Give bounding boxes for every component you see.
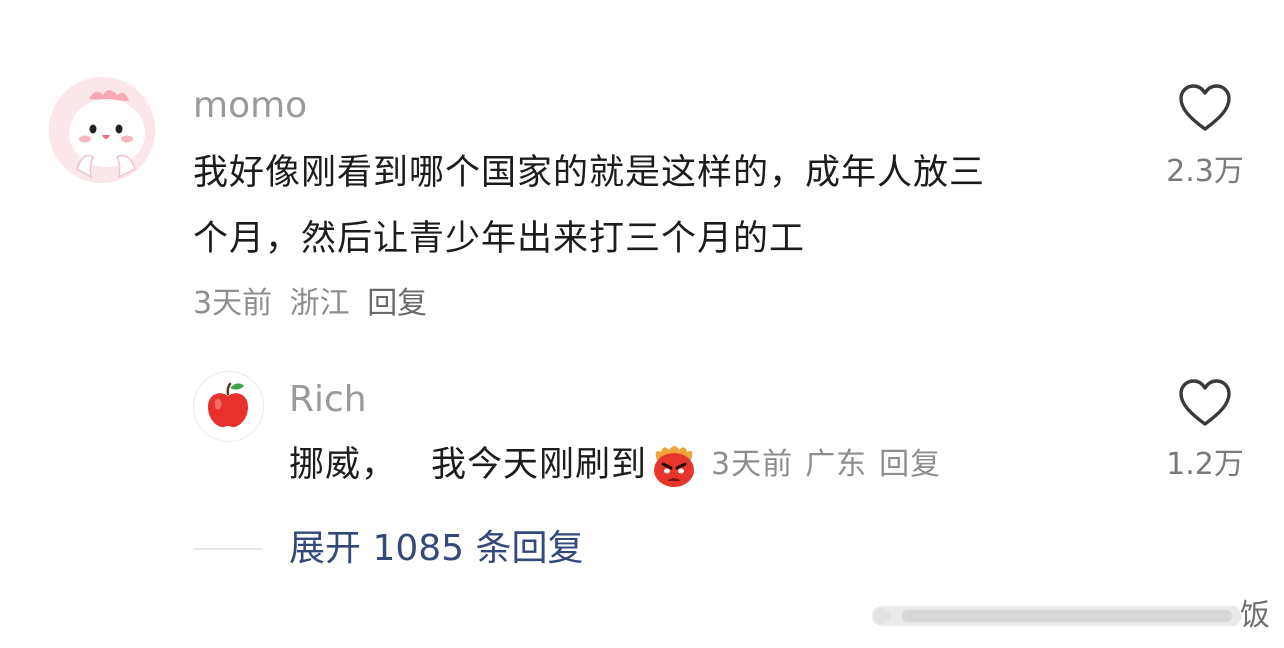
reply-text-part: 我今天刚刷到 (431, 445, 648, 485)
reply-time: 3天前 (711, 447, 794, 482)
apple-avatar-icon (208, 382, 248, 428)
reply-button[interactable]: 回复 (879, 445, 941, 485)
avatar[interactable] (49, 77, 155, 183)
cartoon-dino-avatar-icon (49, 77, 155, 183)
expand-replies-link[interactable]: 展开 1085 条回复 (289, 527, 584, 571)
reply-button[interactable]: 回复 (367, 286, 427, 321)
reply-text: 挪威， 我今天刚刷到 3天前 广东 回复 (289, 432, 941, 498)
comment-text-line: 个月，然后让青少年出来打三个月的工 (193, 219, 806, 259)
comment-text-line: 我好像刚看到哪个国家的就是这样的，成年人放三 (193, 153, 986, 193)
heart-outline-icon (1179, 84, 1231, 131)
heart-outline-icon (1179, 379, 1231, 426)
avatar[interactable] (193, 371, 264, 442)
divider (193, 548, 263, 550)
comment-text: 我好像刚看到哪个国家的就是这样的，成年人放三 个月，然后让青少年出来打三个月的工 (193, 140, 1133, 272)
like-button[interactable] (1178, 378, 1232, 432)
reply-username[interactable]: Rich (289, 378, 367, 422)
reply-text-part: 挪威， (289, 445, 398, 485)
watermark-text: 饭 (1240, 598, 1270, 633)
comment-time: 3天前 (193, 286, 273, 321)
watermark-scribble-icon (872, 606, 1242, 626)
like-count: 1.2万 (1166, 447, 1244, 482)
angry-face-emoji-icon (654, 446, 695, 487)
like-button[interactable] (1178, 83, 1232, 137)
comment-location: 浙江 (289, 286, 350, 321)
like-count: 2.3万 (1166, 154, 1244, 189)
comment-username[interactable]: momo (193, 84, 307, 128)
reply-location: 广东 (805, 447, 868, 482)
watermark: 饭 (872, 596, 1284, 636)
comment-meta: 3天前 浙江 回复 (193, 284, 427, 324)
